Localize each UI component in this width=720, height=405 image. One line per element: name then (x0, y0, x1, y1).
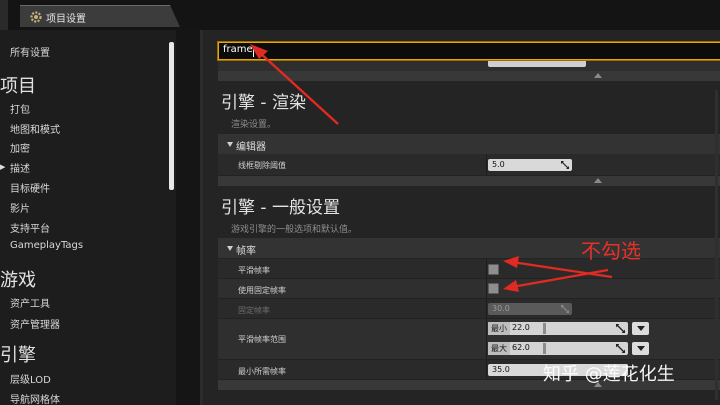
sidebar-item-gameplay-tags[interactable]: GameplayTags (10, 240, 83, 251)
property-label: 最小所需帧率 (238, 367, 286, 376)
collapse-up-icon (594, 178, 602, 183)
tab-bar-edge (0, 0, 8, 30)
tab-bar: 项目设置 (0, 0, 720, 30)
collapse-bar-render[interactable] (218, 176, 720, 186)
property-row-smoothed-range: 平滑帧率范围 最小 22.0 最大 62.0 (218, 319, 720, 360)
range-min-field[interactable]: 最小 22.0 (488, 322, 628, 335)
category-frame-rate[interactable]: 帧率 (218, 238, 720, 258)
settings-gear-icon (30, 11, 42, 23)
range-max-dropdown[interactable] (632, 342, 649, 355)
search-input[interactable]: frame (218, 42, 720, 60)
panel-gap (176, 30, 200, 405)
wireframe-cull-field[interactable]: 5.0 (488, 159, 572, 171)
use-fixed-frame-rate-checkbox[interactable] (488, 283, 499, 294)
collapse-bar-top[interactable] (218, 71, 720, 81)
column-divider (486, 259, 487, 278)
sidebar-section-game: 游戏 (0, 270, 36, 291)
sidebar-all-settings[interactable]: 所有设置 (10, 44, 50, 59)
category-editor[interactable]: 编辑器 (218, 134, 720, 154)
range-max-label: 最大 (488, 342, 510, 355)
field-value: 5.0 (492, 160, 505, 169)
property-row-wireframe-cull: 线框剔除阈值 5.0 (218, 154, 720, 176)
range-min-dropdown[interactable] (632, 322, 649, 335)
sidebar-item-asset-manager[interactable]: 资产管理器 (10, 316, 60, 331)
property-label: 线框剔除阈值 (238, 161, 286, 170)
expand-arrow-icon (227, 142, 233, 147)
drag-arrows-icon (616, 324, 625, 333)
watermark: 知乎 @莲花化生 (543, 364, 675, 385)
collapse-up-icon (594, 73, 602, 78)
property-row-use-fixed-frame-rate: 使用固定帧率 (218, 279, 720, 299)
sidebar-item-crypto[interactable]: 加密 (10, 140, 30, 155)
category-label: 编辑器 (236, 142, 266, 153)
search-input-value: frame (223, 44, 253, 55)
field-value: 30.0 (492, 304, 510, 313)
tab-title: 项目设置 (46, 14, 86, 25)
sidebar-item-supported-platforms[interactable]: 支持平台 (10, 220, 50, 235)
stub-field (488, 61, 586, 67)
range-min-value: 22.0 (512, 323, 530, 332)
drag-arrows-icon (561, 161, 569, 169)
drag-arrows-icon (561, 305, 569, 313)
range-max-field[interactable]: 最大 62.0 (488, 342, 628, 355)
slider-thumb[interactable] (543, 343, 546, 354)
tab-project-settings[interactable]: 项目设置 (20, 5, 180, 27)
property-row-fixed-frame-rate: 固定帧率 30.0 (218, 299, 720, 319)
text-caret (253, 46, 254, 57)
hidden-row-stub (218, 61, 720, 71)
sidebar-item-navmesh[interactable]: 导航网格体 (10, 391, 60, 405)
sidebar-item-target-hardware[interactable]: 目标硬件 (10, 180, 50, 195)
sidebar-item-hlod[interactable]: 层级LOD (10, 371, 51, 386)
smooth-frame-rate-checkbox[interactable] (488, 264, 499, 275)
section-desc-render: 渲染设置。 (231, 120, 277, 130)
selected-arrow-icon: ▶ (0, 163, 6, 171)
sidebar-section-project: 项目 (0, 76, 36, 97)
sidebar-item-packaging[interactable]: 打包 (10, 101, 30, 116)
settings-sidebar: 所有设置 项目 打包 地图和模式 加密 ▶ 描述 目标硬件 影片 支持平台 Ga… (0, 30, 176, 405)
column-divider (486, 154, 487, 175)
column-divider (486, 299, 487, 318)
property-label: 平滑帧率范围 (238, 335, 286, 344)
chevron-down-icon (637, 326, 645, 331)
fixed-frame-rate-field: 30.0 (488, 303, 572, 315)
sidebar-item-description[interactable]: 描述 (10, 160, 30, 175)
sidebar-item-maps-modes[interactable]: 地图和模式 (10, 121, 60, 136)
annotation-note: 不勾选 (581, 239, 641, 263)
property-label: 使用固定帧率 (238, 286, 286, 295)
expand-arrow-icon (227, 246, 233, 251)
details-scrollbar[interactable] (715, 90, 718, 400)
section-title-render: 引擎 - 渲染 (221, 93, 306, 113)
sidebar-scrollbar[interactable] (169, 42, 174, 190)
settings-details-panel: frame 引擎 - 渲染 渲染设置。 编辑器 线框剔除阈值 5.0 引擎 - … (203, 30, 720, 405)
sidebar-section-engine: 引擎 (0, 345, 36, 366)
section-title-general: 引擎 - 一般设置 (221, 198, 340, 218)
range-min-label: 最小 (488, 322, 510, 335)
property-row-smooth-frame-rate: 平滑帧率 (218, 259, 720, 279)
chevron-down-icon (637, 346, 645, 351)
field-value: 35.0 (492, 365, 510, 374)
sidebar-item-asset-tools[interactable]: 资产工具 (10, 295, 50, 310)
range-max-value: 62.0 (512, 343, 530, 352)
column-divider (486, 360, 487, 379)
section-desc-general: 游戏引擎的一般选项和默认值。 (231, 225, 358, 235)
sidebar-item-movies[interactable]: 影片 (10, 200, 30, 215)
drag-arrows-icon (616, 344, 625, 353)
category-label: 帧率 (236, 246, 256, 257)
column-divider (486, 319, 487, 359)
slider-thumb[interactable] (543, 323, 546, 334)
property-label: 平滑帧率 (238, 266, 270, 275)
column-divider (486, 279, 487, 298)
property-label: 固定帧率 (238, 306, 270, 315)
